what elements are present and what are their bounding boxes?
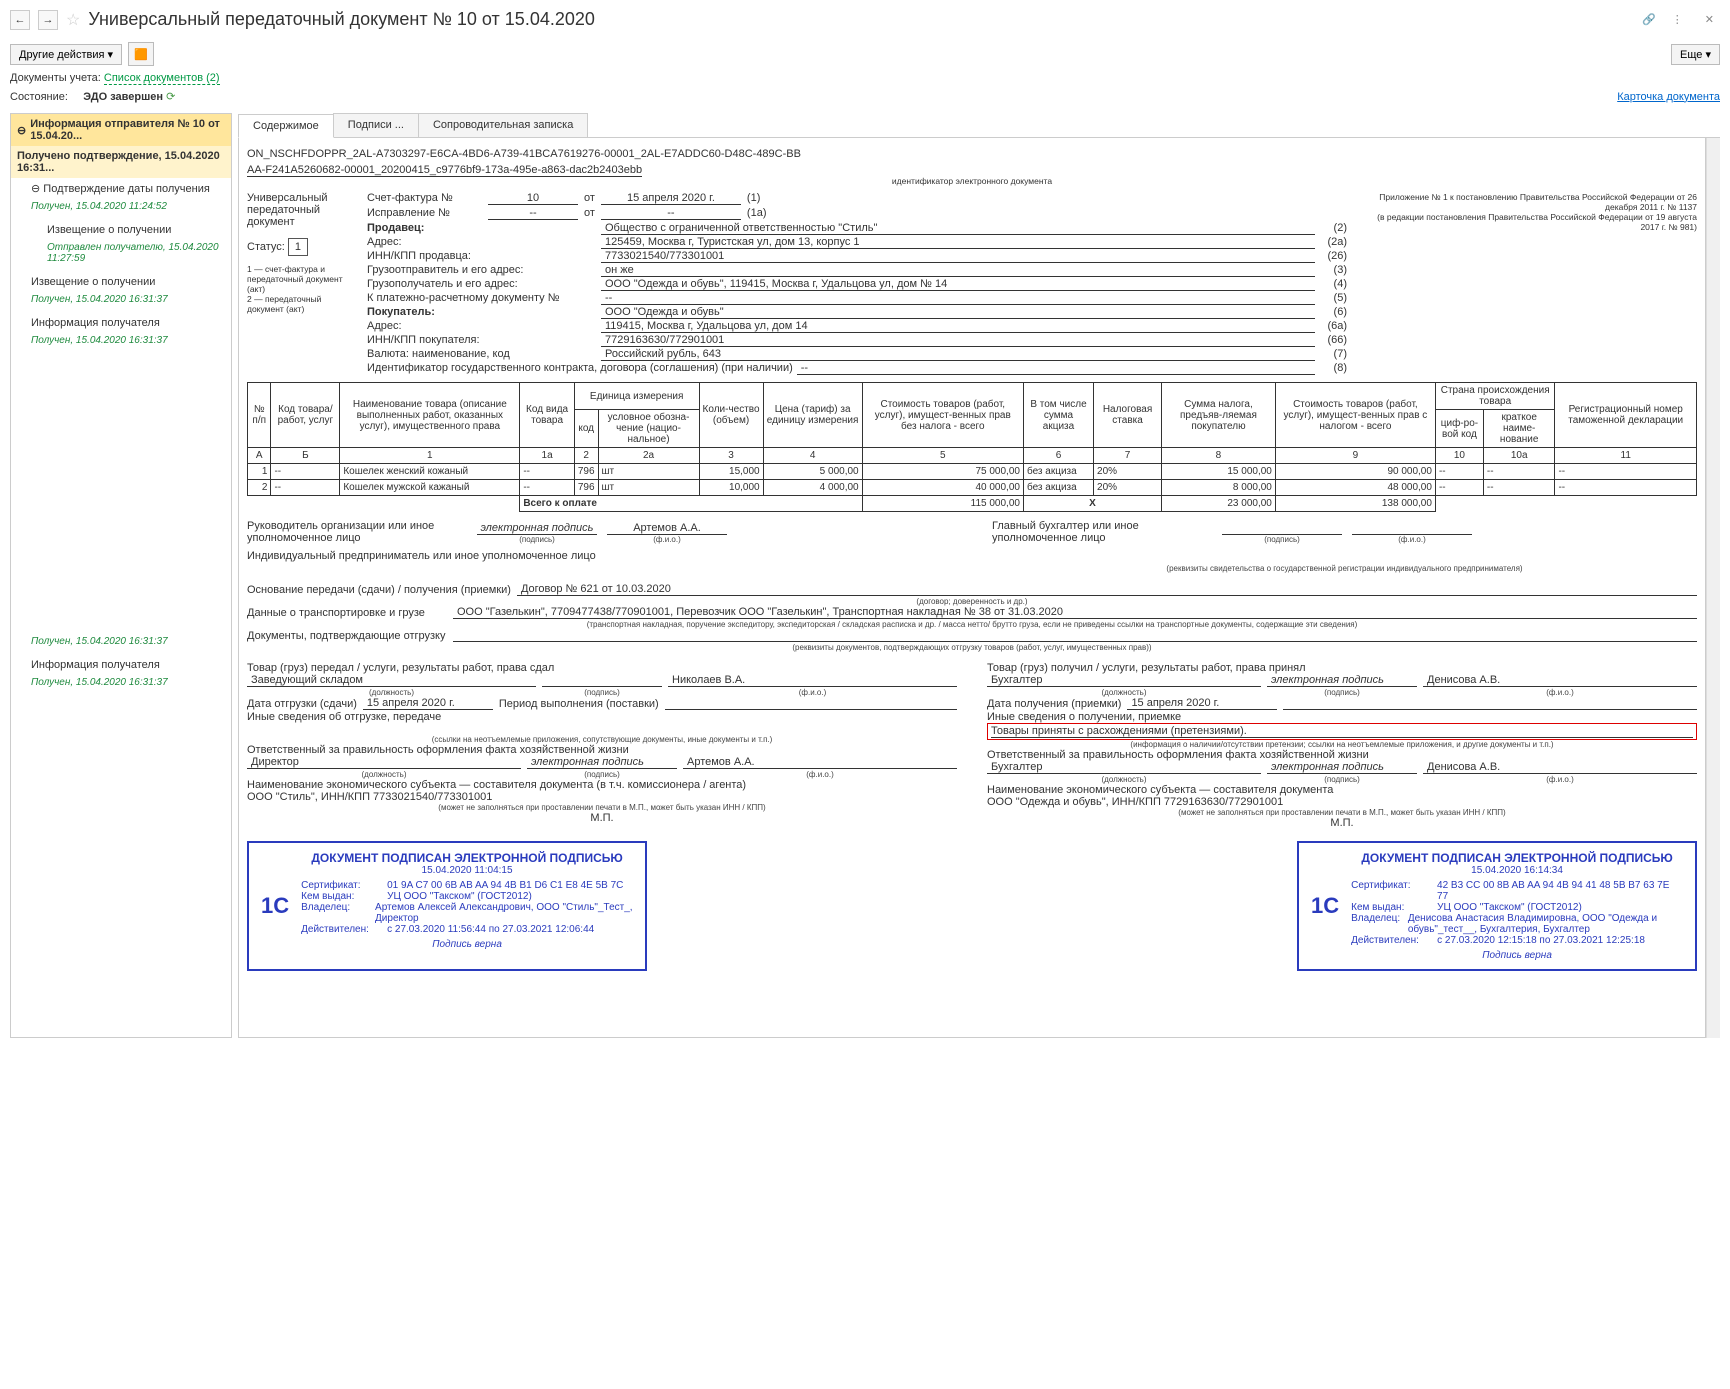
table-row: 2--Кошелек мужской кажаный--796шт10,0004… — [248, 480, 1697, 496]
sidebar-item[interactable]: Извещение о получении — [11, 220, 231, 240]
basis-value: Договор № 621 от 10.03.2020 — [517, 583, 1697, 596]
other-actions-button[interactable]: Другие действия ▾ — [10, 44, 122, 65]
sidebar-confirmation[interactable]: Получено подтверждение, 15.04.2020 16:31… — [11, 146, 231, 178]
document-card-link[interactable]: Карточка документа — [1617, 91, 1720, 103]
tab-signatures[interactable]: Подписи ... — [333, 113, 419, 137]
status-description: 1 — счет-фактура и передаточный документ… — [247, 264, 347, 314]
sidebar-item[interactable]: ⊖ Подтверждение даты получения — [11, 178, 231, 199]
file-identifier: ON_NSCHFDOPPR_2AL-A7303297-E6CA-4BD6-A73… — [247, 146, 1697, 162]
claim-highlight: Товары приняты с расхождениями (претензи… — [987, 723, 1697, 740]
window-title: Универсальный передаточный документ № 10… — [88, 9, 1634, 30]
tabs: Содержимое Подписи ... Сопроводительная … — [238, 113, 1720, 138]
doc-type-label: Универсальный передаточный документ — [247, 192, 347, 228]
sidebar: ⊖ Информация отправителя № 10 от 15.04.2… — [10, 113, 232, 1038]
more-button[interactable]: Еще ▾ — [1671, 44, 1720, 65]
items-table: № п/п Код товара/ работ, услуг Наименова… — [247, 382, 1697, 512]
sidebar-item[interactable]: Извещение о получении — [11, 272, 231, 292]
link-icon[interactable]: 🔗 — [1642, 13, 1656, 26]
sidebar-item[interactable]: Информация получателя — [11, 313, 231, 333]
table-row: 1--Кошелек женский кожаный--796шт15,0005… — [248, 464, 1697, 480]
state-label: Состояние: — [10, 91, 68, 103]
appendix-note: Приложение № 1 к постановлению Правитель… — [1367, 192, 1697, 376]
state-value: ЭДО завершен — [83, 91, 163, 103]
status-box: 1 — [288, 238, 308, 256]
refresh-icon[interactable]: ⟳ — [166, 91, 175, 103]
tree-icon-button[interactable]: 🟧 — [128, 42, 154, 66]
sidebar-status: Получен, 15.04.2020 16:31:37 — [11, 292, 231, 313]
sidebar-status: Получен, 15.04.2020 16:31:37 — [11, 333, 231, 354]
transport-value: ООО "Газелькин", 7709477438/770901001, П… — [453, 606, 1697, 619]
sidebar-status: Получен, 15.04.2020 16:31:37 — [11, 634, 231, 655]
signature-stamp-right: 1С ДОКУМЕНТ ПОДПИСАН ЭЛЕКТРОННОЙ ПОДПИСЬ… — [1297, 841, 1697, 971]
invoice-number: 10 — [488, 192, 578, 205]
tab-content[interactable]: Содержимое — [238, 114, 334, 138]
docs-account-label: Документы учета: — [10, 72, 101, 84]
sidebar-status: Отправлен получателю, 15.04.2020 11:27:5… — [11, 240, 231, 272]
forward-button[interactable]: → — [38, 10, 58, 30]
id-hint: идентификатор электронного документа — [247, 176, 1697, 186]
signature-stamp-left: 1С ДОКУМЕНТ ПОДПИСАН ЭЛЕКТРОННОЙ ПОДПИСЬ… — [247, 841, 647, 971]
back-button[interactable]: ← — [10, 10, 30, 30]
more-vertical-icon[interactable]: ⋮ — [1664, 13, 1691, 26]
sidebar-status: Получен, 15.04.2020 11:24:52 — [11, 199, 231, 220]
close-icon[interactable]: ✕ — [1699, 13, 1720, 26]
documents-list-link[interactable]: Список документов (2) — [104, 72, 220, 85]
vertical-scrollbar[interactable] — [1706, 138, 1720, 1038]
sidebar-status: Получен, 15.04.2020 16:31:37 — [11, 675, 231, 696]
sidebar-item[interactable]: Информация получателя — [11, 655, 231, 675]
tab-cover-note[interactable]: Сопроводительная записка — [418, 113, 588, 137]
sidebar-header[interactable]: ⊖ Информация отправителя № 10 от 15.04.2… — [11, 114, 231, 146]
favorite-icon[interactable]: ☆ — [66, 10, 80, 30]
invoice-date: 15 апреля 2020 г. — [601, 192, 741, 205]
document-body: ON_NSCHFDOPPR_2AL-A7303297-E6CA-4BD6-A73… — [238, 138, 1706, 1038]
